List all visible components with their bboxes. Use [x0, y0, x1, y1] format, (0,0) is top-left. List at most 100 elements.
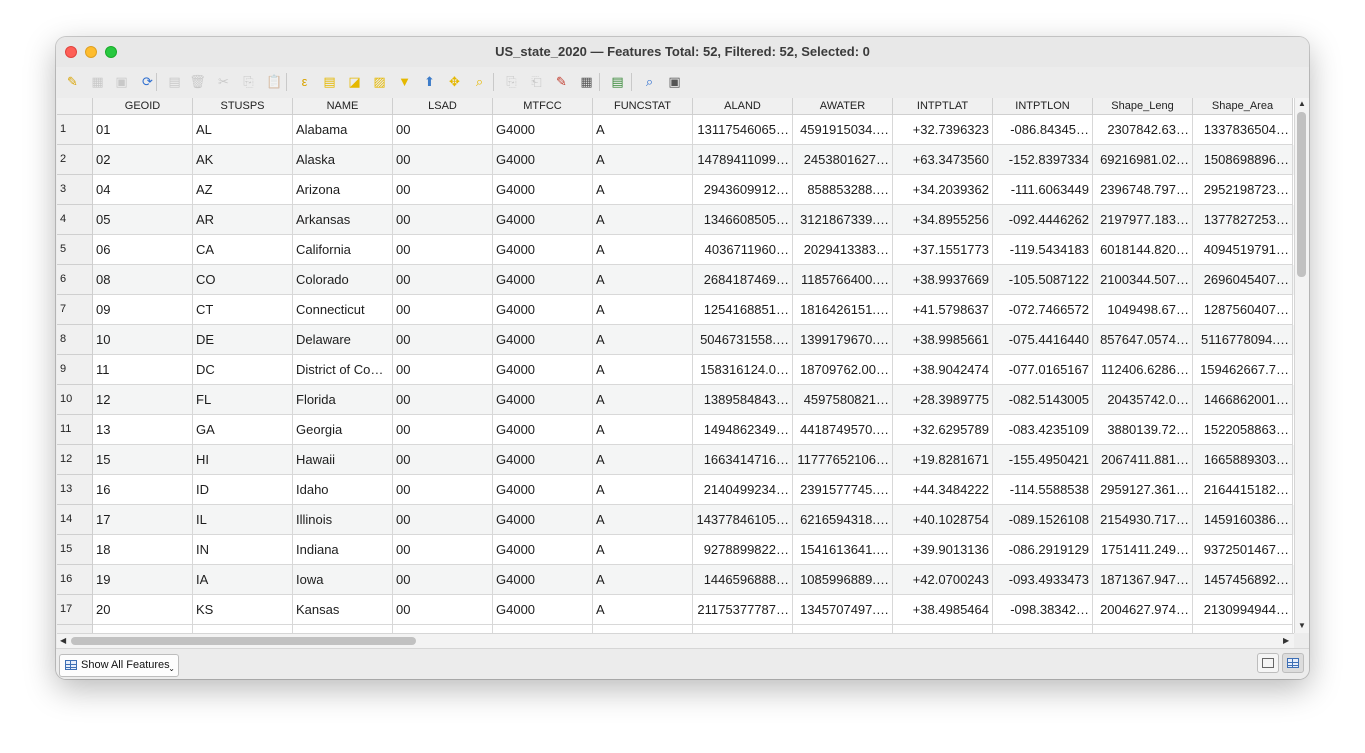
cell-mtfcc[interactable]: G4000 — [493, 325, 593, 355]
cell-shape-area[interactable]: 2952198723… — [1193, 175, 1293, 205]
cell-shape-area[interactable]: 1287560407… — [1193, 295, 1293, 325]
copy-rows-icon[interactable]: ⎘ — [503, 73, 520, 90]
cell-awater[interactable]: 4591915034.… — [793, 115, 893, 145]
cell-stusps[interactable]: DC — [193, 355, 293, 385]
cell-shape-leng[interactable]: 2307842.63… — [1093, 115, 1193, 145]
cell-intptlat[interactable] — [893, 625, 993, 633]
cell-intptlon[interactable]: -111.6063449 — [993, 175, 1093, 205]
actions-icon[interactable]: ▣ — [666, 73, 683, 90]
cell-lsad[interactable]: 00 — [393, 415, 493, 445]
cell-stusps[interactable]: CO — [193, 265, 293, 295]
scroll-down-arrow-icon[interactable]: ▼ — [1298, 621, 1306, 630]
cell-lsad[interactable]: 00 — [393, 475, 493, 505]
cell-mtfcc[interactable]: G4000 — [493, 475, 593, 505]
column-header-intptlat[interactable]: INTPTLAT — [893, 98, 993, 115]
cell-lsad[interactable]: 00 — [393, 265, 493, 295]
cell-lsad[interactable]: 00 — [393, 235, 493, 265]
move-selection-to-top-icon[interactable]: ⬆ — [421, 73, 438, 90]
table-row[interactable]: 4 05 AR Arkansas 00 G4000 A 1346608505… 31218673… — [57, 205, 1294, 235]
cell-lsad[interactable] — [393, 625, 493, 633]
table-view-button[interactable] — [1282, 653, 1304, 673]
cell-stusps[interactable]: DE — [193, 325, 293, 355]
row-header[interactable]: 15 — [57, 535, 93, 565]
row-header[interactable]: 11 — [57, 415, 93, 445]
cell-intptlon[interactable]: -077.0165167 — [993, 355, 1093, 385]
pan-to-selection-icon[interactable]: ✥ — [446, 73, 463, 90]
cell-awater[interactable]: 2453801627… — [793, 145, 893, 175]
attribute-table-grid[interactable]: GEOID STUSPS NAME LSAD MTFCC FUNCSTAT ALAND AWA… — [57, 98, 1294, 633]
cell-shape-area[interactable] — [1193, 625, 1293, 633]
cell-geoid[interactable] — [93, 625, 193, 633]
cell-name[interactable]: Delaware — [293, 325, 393, 355]
cell-aland[interactable]: 14789411099… — [693, 145, 793, 175]
cell-intptlon[interactable]: -119.5434183 — [993, 235, 1093, 265]
cell-shape-leng[interactable]: 2396748.797… — [1093, 175, 1193, 205]
cell-funcstat[interactable]: A — [593, 475, 693, 505]
table-row-partial[interactable] — [57, 625, 1294, 633]
row-header[interactable]: 14 — [57, 505, 93, 535]
cell-geoid[interactable]: 11 — [93, 355, 193, 385]
cell-lsad[interactable]: 00 — [393, 295, 493, 325]
table-row[interactable]: 9 11 DC District of Co… 00 G4000 A 158316124.0…… — [57, 355, 1294, 385]
cell-geoid[interactable]: 17 — [93, 505, 193, 535]
cell-stusps[interactable]: FL — [193, 385, 293, 415]
table-row[interactable]: 8 10 DE Delaware 00 G4000 A 5046731558.… 1399179… — [57, 325, 1294, 355]
cell-stusps[interactable]: GA — [193, 415, 293, 445]
cell-intptlat[interactable]: +38.9985661 — [893, 325, 993, 355]
cell-awater[interactable]: 4418749570.… — [793, 415, 893, 445]
row-header[interactable]: 1 — [57, 115, 93, 145]
cell-geoid[interactable]: 09 — [93, 295, 193, 325]
cell-shape-leng[interactable]: 112406.6286… — [1093, 355, 1193, 385]
cell-intptlat[interactable]: +34.2039362 — [893, 175, 993, 205]
cell-intptlon[interactable]: -155.4950421 — [993, 445, 1093, 475]
zoom-map-icon[interactable]: ⌕ — [641, 73, 658, 90]
table-row[interactable]: 10 12 FL Florida 00 G4000 A 1389584843… 45975808… — [57, 385, 1294, 415]
cell-name[interactable]: Arkansas — [293, 205, 393, 235]
form-view-button[interactable] — [1257, 653, 1279, 673]
cell-shape-area[interactable]: 2164415182… — [1193, 475, 1293, 505]
cell-intptlon[interactable]: -083.4235109 — [993, 415, 1093, 445]
cell-shape-area[interactable]: 4094519791… — [1193, 235, 1293, 265]
paste-icon[interactable]: 📋 — [266, 73, 283, 90]
copy-icon[interactable]: ⎘ — [240, 73, 257, 90]
cell-intptlat[interactable]: +32.7396323 — [893, 115, 993, 145]
cell-intptlat[interactable]: +63.3473560 — [893, 145, 993, 175]
table-row[interactable]: 7 09 CT Connecticut 00 G4000 A 1254168851… 18164… — [57, 295, 1294, 325]
cell-lsad[interactable]: 00 — [393, 535, 493, 565]
cell-aland[interactable]: 5046731558.… — [693, 325, 793, 355]
reload-icon[interactable]: ⟳ — [139, 73, 156, 90]
cell-geoid[interactable]: 04 — [93, 175, 193, 205]
cell-stusps[interactable]: CT — [193, 295, 293, 325]
cell-name[interactable]: Colorado — [293, 265, 393, 295]
cell-intptlon[interactable]: -114.5588538 — [993, 475, 1093, 505]
cell-intptlon[interactable]: -098.38342… — [993, 595, 1093, 625]
row-header[interactable]: 17 — [57, 595, 93, 625]
cell-awater[interactable]: 18709762.00… — [793, 355, 893, 385]
cell-name[interactable]: California — [293, 235, 393, 265]
row-header[interactable]: 10 — [57, 385, 93, 415]
cell-awater[interactable]: 6216594318.… — [793, 505, 893, 535]
cell-name[interactable]: Alabama — [293, 115, 393, 145]
cell-stusps[interactable]: KS — [193, 595, 293, 625]
cell-shape-leng[interactable]: 1751411.249… — [1093, 535, 1193, 565]
cell-intptlon[interactable]: -093.4933473 — [993, 565, 1093, 595]
cell-mtfcc[interactable]: G4000 — [493, 175, 593, 205]
cell-mtfcc[interactable]: G4000 — [493, 565, 593, 595]
cell-stusps[interactable]: AL — [193, 115, 293, 145]
cell-geoid[interactable]: 05 — [93, 205, 193, 235]
cell-lsad[interactable]: 00 — [393, 175, 493, 205]
cell-intptlat[interactable]: +42.0700243 — [893, 565, 993, 595]
cell-funcstat[interactable]: A — [593, 145, 693, 175]
cell-intptlon[interactable]: -089.1526108 — [993, 505, 1093, 535]
cell-aland[interactable] — [693, 625, 793, 633]
row-header[interactable]: 12 — [57, 445, 93, 475]
cell-stusps[interactable]: IA — [193, 565, 293, 595]
cell-intptlat[interactable]: +38.9042474 — [893, 355, 993, 385]
table-row[interactable]: 3 04 AZ Arizona 00 G4000 A 2943609912… 858853288… — [57, 175, 1294, 205]
column-header-name[interactable]: NAME — [293, 98, 393, 115]
toggle-editing-pencil-icon[interactable]: ✎ — [64, 73, 81, 90]
cell-funcstat[interactable]: A — [593, 535, 693, 565]
cell-name[interactable]: Arizona — [293, 175, 393, 205]
horizontal-scrollbar[interactable]: ◀ ▶ — [57, 633, 1294, 648]
cell-funcstat[interactable]: A — [593, 325, 693, 355]
